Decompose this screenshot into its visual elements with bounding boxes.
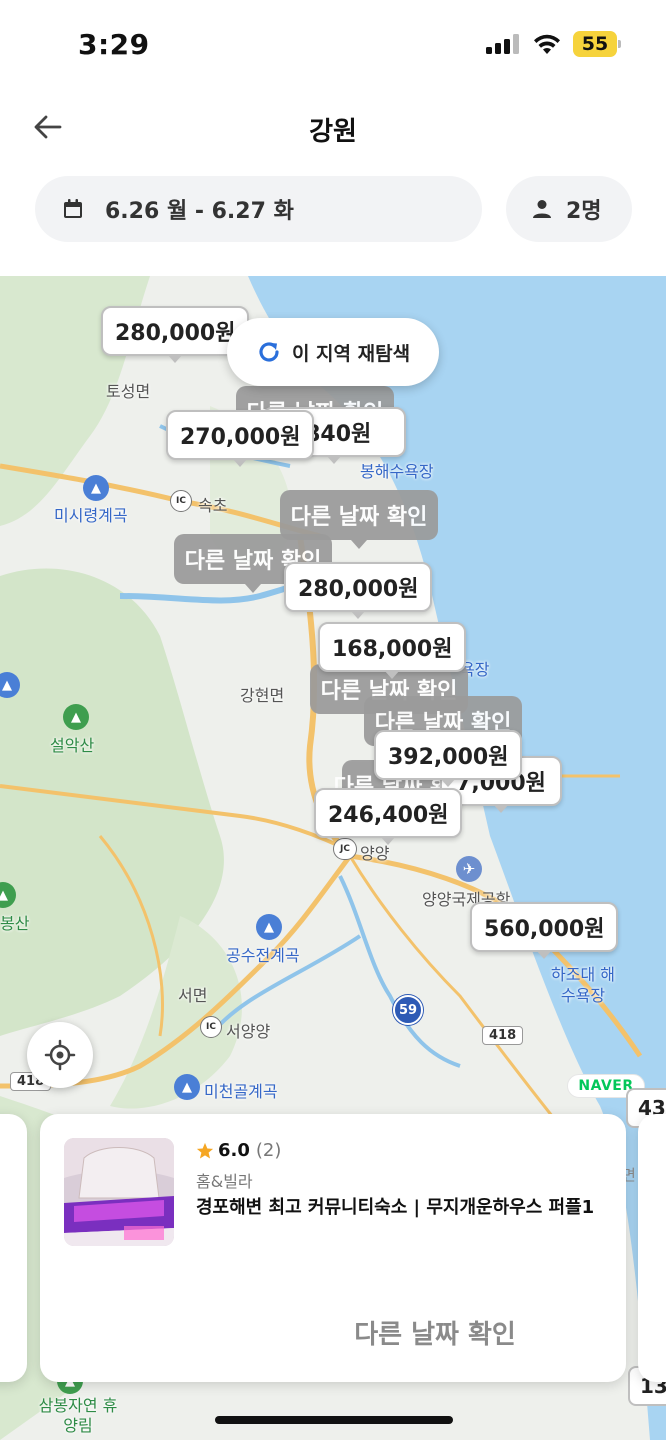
refresh-icon xyxy=(259,342,279,362)
listing-category: 홈&빌라 xyxy=(196,1172,253,1191)
date-range-button[interactable]: 6.26 월 - 6.27 화 xyxy=(35,176,482,242)
research-area-button[interactable]: 이 지역 재탐색 xyxy=(227,318,439,386)
cellular-signal-icon xyxy=(486,34,520,54)
date-range-label: 6.26 월 - 6.27 화 xyxy=(105,199,294,224)
map-marker-unavailable[interactable]: 다른 날짜 확인 xyxy=(280,490,438,549)
valley-icon: ▲ xyxy=(174,1074,200,1100)
route-number: 418 xyxy=(482,1026,524,1045)
listing-card[interactable]: 6.0 (2) 홈&빌라 경포해변 최고 커뮤니티숙소 | 무지개운하우스 퍼플… xyxy=(40,1114,626,1382)
status-time: 3:29 xyxy=(78,28,150,61)
jc-icon: JC xyxy=(333,838,357,860)
mountain-icon: ▲ xyxy=(63,704,89,730)
place-label: 봉해수욕장 xyxy=(360,462,434,481)
crosshair-icon xyxy=(44,1039,76,1071)
listing-thumbnail[interactable] xyxy=(64,1138,174,1246)
airport-icon: ✈ xyxy=(456,856,482,882)
map-marker-price[interactable]: 270,000원 xyxy=(166,410,315,467)
guest-count-label: 2명 xyxy=(566,199,602,224)
map-marker-price[interactable]: 392,000원 xyxy=(374,730,523,787)
header: 강원 xyxy=(0,95,666,159)
map-view[interactable]: 토성면 ▲ 미시령계곡 IC 속초 ▲ 설악산 강현면 ▲ ▲ 봉산 JC 양양… xyxy=(0,276,666,1440)
battery-level: 55 xyxy=(573,31,617,57)
person-icon xyxy=(533,200,551,218)
rating-score: 6.0 xyxy=(218,1140,250,1161)
star-icon xyxy=(196,1142,214,1159)
place-label: 공수전계곡 xyxy=(226,946,300,965)
page-title: 강원 xyxy=(309,117,357,147)
valley-icon: ▲ xyxy=(256,914,282,940)
map-marker-price[interactable]: 280,000원 xyxy=(284,562,433,619)
place-label: 미천골계곡 xyxy=(204,1082,278,1101)
route-shield: 59 xyxy=(393,995,423,1025)
current-location-button[interactable] xyxy=(27,1022,93,1088)
place-label: 설악산 xyxy=(50,736,95,755)
review-count: (2) xyxy=(255,1140,282,1161)
research-label: 이 지역 재탐색 xyxy=(291,342,411,365)
place-label: 미시령계곡 xyxy=(54,506,128,525)
place-label: 서양양 xyxy=(226,1022,271,1041)
wifi-icon xyxy=(534,34,560,54)
check-other-dates-button[interactable]: 다른 날짜 확인 xyxy=(330,1314,540,1351)
valley-icon: ▲ xyxy=(83,475,109,501)
filter-bar: 6.26 월 - 6.27 화 2명 xyxy=(0,172,666,276)
home-indicator xyxy=(215,1416,453,1424)
place-label: 토성면 xyxy=(106,382,151,401)
map-marker-price[interactable]: 246,400원 xyxy=(314,788,463,845)
listing-card-next[interactable]: 면 xyxy=(622,1114,666,1382)
ic-icon: IC xyxy=(170,490,192,512)
rating: 6.0 (2) xyxy=(196,1140,281,1161)
place-label: 서면 xyxy=(178,986,208,1005)
place-label: 삼봉자연 휴양림 xyxy=(38,1396,118,1435)
place-label: 봉산 xyxy=(0,914,30,933)
place-label: 강현면 xyxy=(240,686,285,705)
place-label: 하조대 해수욕장 xyxy=(551,965,615,1005)
map-marker-price[interactable]: 168,000원 xyxy=(318,622,467,679)
guest-count-button[interactable]: 2명 xyxy=(506,176,632,242)
map-marker-price[interactable]: 560,000원 xyxy=(470,902,619,959)
calendar-icon xyxy=(64,199,82,218)
listing-card-prev[interactable] xyxy=(0,1114,27,1382)
status-bar: 3:29 55 xyxy=(0,0,666,90)
battery-icon: 55 xyxy=(573,31,621,57)
listing-name: 경포해변 최고 커뮤니티숙소 | 무지개운하우스 퍼플1 xyxy=(196,1197,595,1218)
ic-icon: IC xyxy=(200,1016,222,1038)
place-label: 속초 xyxy=(198,496,228,515)
